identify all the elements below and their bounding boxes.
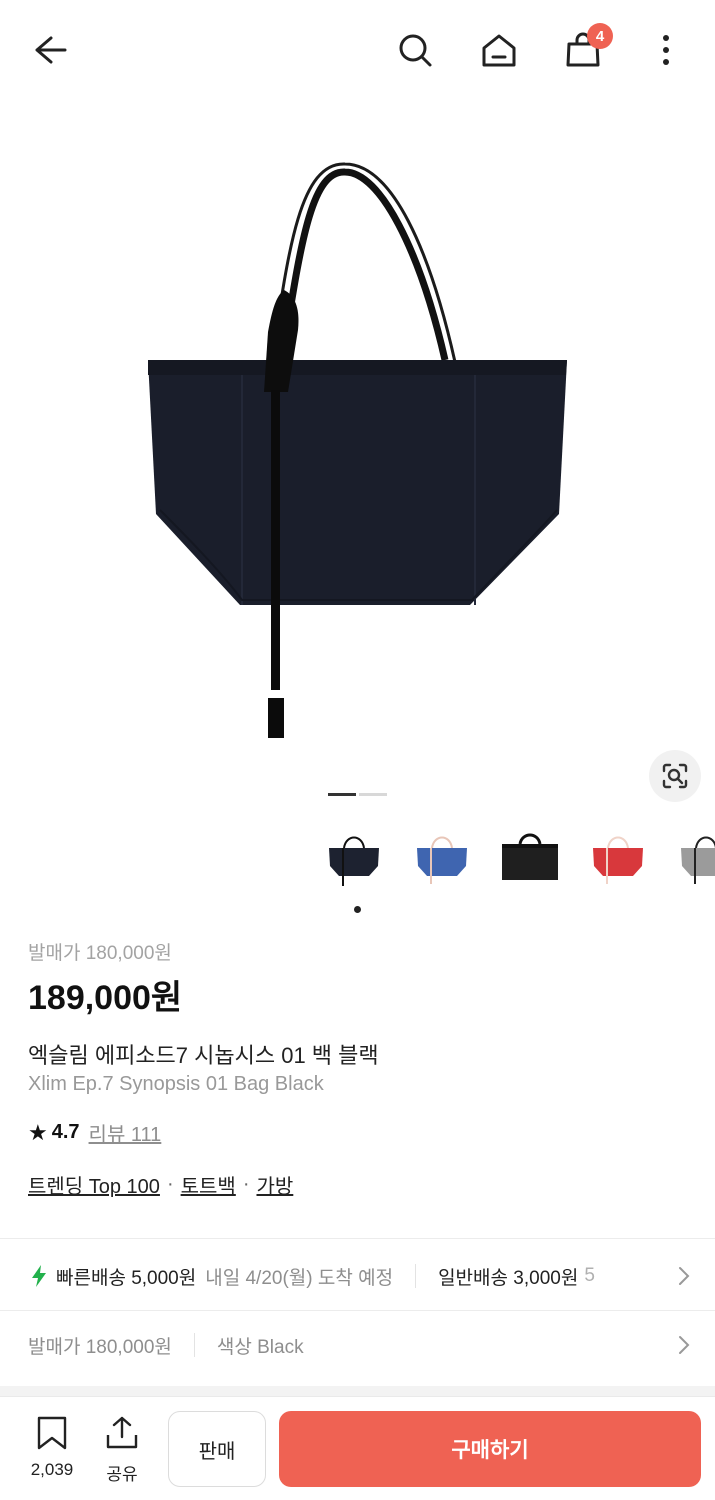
thumbnail-red[interactable]	[582, 820, 654, 892]
bookmark-button[interactable]: 2,039	[22, 1415, 82, 1480]
vertical-divider	[415, 1264, 417, 1288]
share-label: 공유	[106, 1465, 138, 1484]
category-tags: 트렌딩 Top 100 · 토트백 · 가방	[28, 1170, 293, 1199]
rating-row: ★ 4.7 리뷰 111	[28, 1118, 161, 1147]
image-search-lens-button[interactable]	[649, 750, 701, 802]
share-icon	[106, 1416, 138, 1449]
release-price: 발매가 180,000원	[28, 943, 172, 964]
tag-trending[interactable]: 트렌딩 Top 100	[28, 1170, 160, 1199]
tag-tote-bag[interactable]: 토트백	[181, 1170, 236, 1199]
normal-shipping-label: 일반배송 3,000원	[438, 1267, 579, 1289]
tag-separator: ·	[242, 1173, 250, 1195]
fast-shipping-eta: 내일 4/20(월) 도착 예정	[205, 1267, 394, 1289]
rating-score: 4.7	[51, 1121, 80, 1143]
thumbnail-gray[interactable]	[670, 820, 715, 892]
chevron-right-icon	[677, 1334, 691, 1362]
tag-bag[interactable]: 가방	[256, 1170, 293, 1199]
share-button[interactable]: 공유	[100, 1415, 144, 1485]
bookmark-count: 2,039	[30, 1460, 74, 1479]
page-indicator	[359, 793, 387, 796]
sell-button[interactable]: 판매	[168, 1411, 266, 1487]
section-spacer	[0, 1386, 715, 1396]
color-thumbnails	[318, 820, 715, 892]
thumbnail-black[interactable]	[318, 820, 390, 892]
option-color: 색상 Black	[216, 1336, 304, 1358]
more-vertical-icon[interactable]	[644, 28, 688, 72]
thumbnail-charcoal[interactable]	[494, 820, 566, 892]
normal-shipping-overflow: 5	[584, 1265, 595, 1286]
review-link[interactable]: 리뷰 111	[89, 1118, 162, 1147]
lightning-bolt-icon	[30, 1264, 48, 1288]
bookmark-icon	[37, 1416, 67, 1450]
section-divider	[0, 1310, 715, 1311]
lens-icon	[662, 763, 688, 789]
home-icon[interactable]	[477, 28, 521, 72]
option-release-price: 발매가 180,000원	[28, 1336, 172, 1358]
tag-separator: ·	[166, 1173, 174, 1195]
shipping-options-row[interactable]: 빠른배송 5,000원 내일 4/20(월) 도착 예정 일반배송 3,000원…	[0, 1243, 715, 1309]
star-icon: ★	[28, 1119, 48, 1145]
current-price: 189,000원	[28, 979, 183, 1017]
thumbnail-blue[interactable]	[406, 820, 478, 892]
cart-count-badge: 4	[587, 23, 613, 49]
shopping-bag-icon[interactable]: 4	[561, 23, 613, 72]
buy-button[interactable]: 구매하기	[279, 1411, 701, 1487]
top-nav-bar: 4	[0, 0, 715, 100]
fast-shipping-label: 빠른배송 5,000원	[56, 1267, 197, 1289]
product-main-image[interactable]	[0, 100, 715, 815]
back-arrow-icon[interactable]	[26, 28, 70, 72]
gallery-page-indicator	[328, 793, 387, 796]
chevron-right-icon	[671, 1265, 691, 1293]
selected-thumbnail-dot	[354, 906, 361, 913]
vertical-divider	[193, 1333, 195, 1357]
section-divider	[0, 1238, 715, 1239]
product-name-korean: 엑슬림 에피소드7 시놉시스 01 백 블랙	[28, 1043, 379, 1068]
option-summary-row[interactable]: 발매가 180,000원 색상 Black	[0, 1312, 715, 1378]
page-indicator-active	[328, 793, 356, 796]
bottom-action-bar: 2,039 공유 판매 구매하기	[0, 1396, 715, 1500]
product-name-english: Xlim Ep.7 Synopsis 01 Bag Black	[28, 1073, 324, 1095]
search-icon[interactable]	[393, 28, 437, 72]
